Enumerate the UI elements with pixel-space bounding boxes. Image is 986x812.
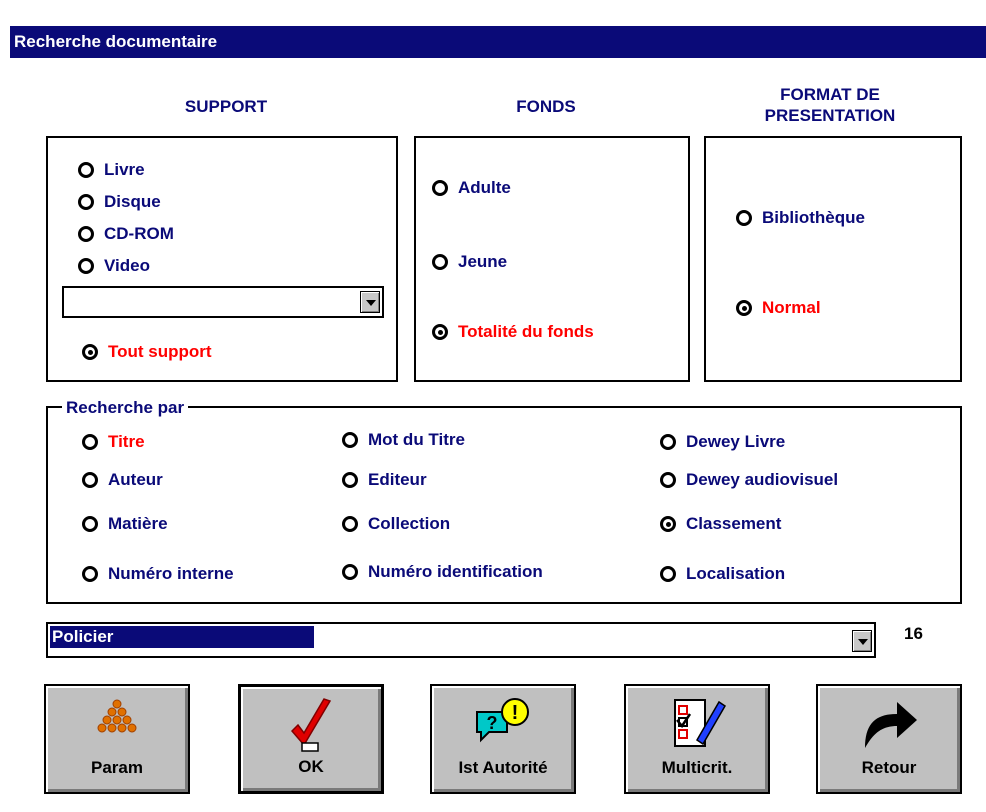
fonds-radio-totalite[interactable]: Totalité du fonds bbox=[432, 322, 594, 342]
search-radio-collection[interactable]: Collection bbox=[342, 514, 450, 534]
search-radio-editeur[interactable]: Editeur bbox=[342, 470, 427, 490]
recherche-par-legend: Recherche par bbox=[62, 398, 189, 418]
retour-button[interactable]: Retour bbox=[816, 684, 962, 794]
radio-circle bbox=[82, 472, 98, 488]
support-radio-cdrom[interactable]: CD-ROM bbox=[78, 224, 174, 244]
radio-circle-selected bbox=[736, 300, 752, 316]
radio-circle-selected bbox=[432, 324, 448, 340]
multicrit-button-label: Multicrit. bbox=[661, 758, 733, 777]
support-header: SUPPORT bbox=[184, 97, 268, 116]
value-combo[interactable]: Policier bbox=[46, 622, 876, 658]
radio-circle bbox=[342, 516, 358, 532]
title-bar: Recherche documentaire bbox=[10, 26, 986, 58]
retour-button-label: Retour bbox=[861, 758, 917, 777]
search-radio-dewey-livre[interactable]: Dewey Livre bbox=[660, 432, 785, 452]
format-radio-normal[interactable]: Normal bbox=[736, 298, 821, 318]
radio-circle-selected bbox=[660, 516, 676, 532]
radio-circle-selected bbox=[82, 344, 98, 360]
search-radio-numero-identification[interactable]: Numéro identification bbox=[342, 562, 543, 582]
search-radio-dewey-audiovisuel[interactable]: Dewey audiovisuel bbox=[660, 470, 838, 490]
radio-circle bbox=[432, 254, 448, 270]
radio-circle bbox=[82, 434, 98, 450]
svg-text:?: ? bbox=[487, 713, 498, 733]
value-combo-selected-text: Policier bbox=[50, 626, 314, 648]
format-header-line2: PRESENTATION bbox=[764, 106, 896, 125]
radio-circle bbox=[660, 434, 676, 450]
search-radio-numero-interne[interactable]: Numéro interne bbox=[82, 564, 234, 584]
radio-circle bbox=[78, 162, 94, 178]
radio-circle bbox=[342, 564, 358, 580]
fonds-header: FONDS bbox=[516, 97, 576, 116]
checkmark-icon bbox=[290, 698, 332, 752]
support-radio-video[interactable]: Video bbox=[78, 256, 150, 276]
radio-circle bbox=[82, 516, 98, 532]
format-radio-bibliotheque[interactable]: Bibliothèque bbox=[736, 208, 865, 228]
search-radio-auteur[interactable]: Auteur bbox=[82, 470, 163, 490]
fonds-radio-jeune[interactable]: Jeune bbox=[432, 252, 507, 272]
search-radio-mot-du-titre[interactable]: Mot du Titre bbox=[342, 430, 465, 450]
question-exclamation-icon: ? ! bbox=[476, 698, 529, 743]
search-radio-titre[interactable]: Titre bbox=[82, 432, 145, 452]
radio-circle bbox=[736, 210, 752, 226]
ok-button-label: OK bbox=[298, 757, 324, 776]
autorite-button[interactable]: ? ! Ist Autorité bbox=[430, 684, 576, 794]
radio-circle bbox=[432, 180, 448, 196]
result-count: 16 bbox=[904, 624, 923, 643]
chevron-down-icon[interactable] bbox=[852, 630, 872, 652]
chevron-down-icon[interactable] bbox=[360, 291, 380, 313]
radio-circle bbox=[342, 432, 358, 448]
checklist-icon bbox=[674, 699, 727, 747]
support-combo[interactable] bbox=[62, 286, 384, 318]
fonds-radio-adulte[interactable]: Adulte bbox=[432, 178, 511, 198]
format-box bbox=[704, 136, 962, 382]
autorite-button-label: Ist Autorité bbox=[458, 758, 548, 777]
window-title: Recherche documentaire bbox=[14, 32, 218, 51]
svg-text:!: ! bbox=[512, 702, 519, 724]
pyramid-icon bbox=[97, 699, 137, 733]
support-radio-livre[interactable]: Livre bbox=[78, 160, 145, 180]
radio-circle bbox=[660, 472, 676, 488]
radio-circle bbox=[342, 472, 358, 488]
ok-button[interactable]: OK bbox=[238, 684, 384, 794]
search-radio-classement[interactable]: Classement bbox=[660, 514, 781, 534]
radio-circle bbox=[660, 566, 676, 582]
param-button-label: Param bbox=[91, 758, 143, 777]
support-radio-tout[interactable]: Tout support bbox=[82, 342, 212, 362]
radio-circle bbox=[78, 258, 94, 274]
radio-circle bbox=[82, 566, 98, 582]
return-arrow-icon bbox=[865, 702, 917, 748]
radio-circle bbox=[78, 226, 94, 242]
search-radio-matiere[interactable]: Matière bbox=[82, 514, 168, 534]
format-header-line1: FORMAT DE bbox=[780, 85, 880, 104]
multicrit-button[interactable]: Multicrit. bbox=[624, 684, 770, 794]
param-button[interactable]: Param bbox=[44, 684, 190, 794]
support-radio-disque[interactable]: Disque bbox=[78, 192, 161, 212]
search-radio-localisation[interactable]: Localisation bbox=[660, 564, 785, 584]
format-header: FORMAT DE PRESENTATION bbox=[720, 84, 940, 126]
radio-circle bbox=[78, 194, 94, 210]
